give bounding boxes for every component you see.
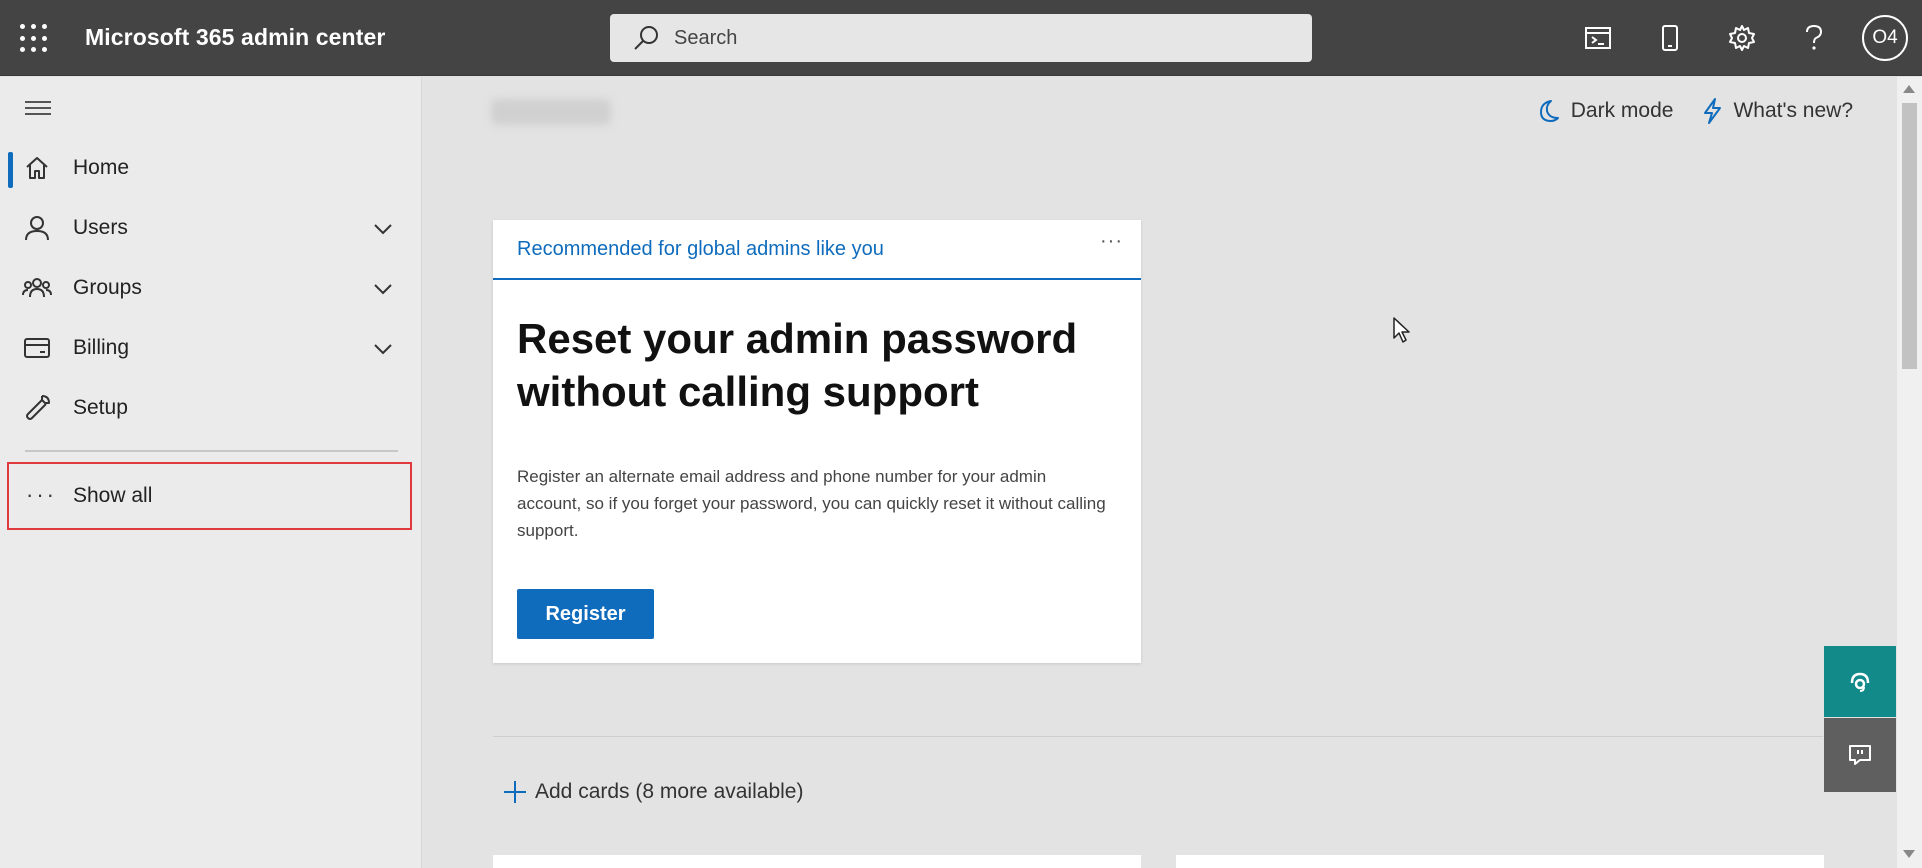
sidebar-item-home[interactable]: Home — [0, 140, 420, 196]
card-header-title: Recommended for global admins like you — [517, 238, 884, 260]
top-bar: Microsoft 365 admin center Search O4 — [0, 0, 1922, 76]
section-divider — [493, 736, 1823, 737]
mobile-app-button[interactable] — [1634, 0, 1706, 76]
feedback-icon — [1849, 745, 1871, 765]
mouse-cursor-icon — [1393, 317, 1410, 343]
sidebar-item-label: Setup — [73, 396, 128, 419]
top-links: Dark mode What's new? — [1535, 97, 1853, 125]
search-box[interactable]: Search — [610, 14, 1312, 62]
sidebar-item-label: Home — [73, 156, 130, 179]
dark-mode-toggle[interactable]: Dark mode — [1535, 98, 1674, 124]
show-all-label: Show all — [73, 484, 153, 507]
scroll-down-arrow[interactable] — [1903, 850, 1915, 858]
user-icon — [25, 216, 49, 241]
cloud-shell-button[interactable] — [1562, 0, 1634, 76]
more-icon: ··· — [26, 482, 57, 507]
show-all-button[interactable]: ··· Show all — [7, 462, 412, 530]
dark-mode-label: Dark mode — [1570, 99, 1674, 122]
plus-icon — [504, 781, 526, 803]
main-content: Dark mode What's new? Recommended for gl… — [423, 77, 1897, 868]
vertical-scrollbar[interactable] — [1897, 77, 1922, 868]
headset-icon — [1850, 672, 1870, 692]
recommendation-card: Recommended for global admins like you ·… — [493, 220, 1141, 663]
scroll-up-arrow[interactable] — [1903, 85, 1915, 93]
billing-icon — [24, 338, 50, 358]
home-icon — [26, 157, 48, 179]
search-input[interactable]: Search — [674, 27, 737, 50]
add-cards-label: Add cards (8 more available) — [535, 780, 804, 803]
whats-new-label: What's new? — [1733, 99, 1853, 122]
card-description: Register an alternate email address and … — [517, 467, 1106, 540]
search-icon — [634, 26, 658, 50]
card-headline: Reset your admin password without callin… — [517, 315, 1078, 415]
hamburger-menu-icon[interactable] — [25, 100, 51, 116]
sidebar-item-setup[interactable]: Setup — [0, 380, 420, 436]
gear-icon — [1729, 25, 1755, 51]
help-button[interactable] — [1778, 0, 1850, 76]
mobile-icon — [1662, 25, 1678, 51]
sidebar-item-label: Groups — [73, 276, 142, 299]
support-button[interactable] — [1824, 646, 1896, 717]
whats-new-link[interactable]: What's new? — [1701, 97, 1853, 125]
sidebar-item-label: Billing — [73, 336, 130, 359]
chevron-down-icon[interactable] — [372, 338, 394, 360]
blurred-org-name — [491, 99, 611, 125]
settings-button[interactable] — [1706, 0, 1778, 76]
card-partial-right — [1176, 855, 1824, 868]
card-header: Recommended for global admins like you ·… — [493, 220, 1141, 280]
app-title[interactable]: Microsoft 365 admin center — [85, 24, 385, 51]
wrench-icon — [26, 395, 50, 420]
avatar[interactable]: O4 — [1862, 15, 1908, 61]
lightning-icon — [1704, 98, 1722, 124]
header-actions: O4 — [1562, 0, 1922, 76]
chevron-down-icon[interactable] — [372, 278, 394, 300]
sidebar-item-billing[interactable]: Billing — [0, 320, 420, 376]
feedback-button[interactable] — [1824, 718, 1896, 792]
card-partial-left — [493, 855, 1141, 868]
chevron-down-icon[interactable] — [372, 218, 394, 240]
sidebar-divider — [25, 450, 398, 452]
groups-icon — [22, 278, 52, 298]
register-button[interactable]: Register — [517, 589, 654, 639]
scroll-thumb[interactable] — [1902, 103, 1917, 369]
moon-icon — [1539, 100, 1559, 122]
sidebar-item-label: Users — [73, 216, 128, 239]
more-options-icon[interactable]: ··· — [1100, 230, 1123, 253]
waffle-icon[interactable] — [20, 24, 50, 54]
sidebar-item-groups[interactable]: Groups — [0, 260, 420, 316]
add-cards-button[interactable]: Add cards (8 more available) — [503, 780, 803, 804]
help-icon — [1806, 24, 1823, 50]
active-indicator — [8, 152, 13, 188]
cloud-shell-icon — [1585, 27, 1611, 49]
sidebar-item-users[interactable]: Users — [0, 200, 420, 256]
